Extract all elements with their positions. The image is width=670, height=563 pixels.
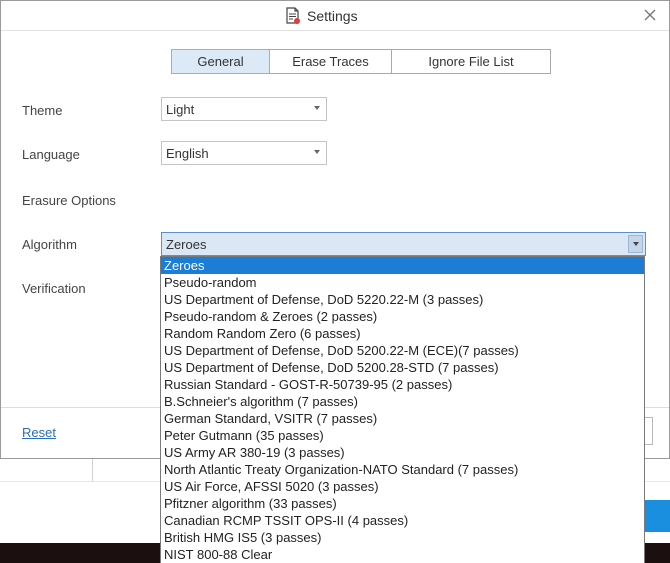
theme-label: Theme: [22, 103, 63, 118]
algorithm-option[interactable]: US Army AR 380-19 (3 passes): [161, 444, 644, 461]
title-bar: Settings: [1, 1, 669, 31]
erasure-options-heading: Erasure Options: [22, 193, 116, 208]
theme-select-value: Light: [166, 101, 195, 117]
chevron-down-icon: [314, 150, 320, 154]
algorithm-option[interactable]: NIST 800-88 Clear: [161, 546, 644, 563]
theme-select[interactable]: Light: [161, 97, 327, 121]
algorithm-option[interactable]: British HMG IS5 (3 passes): [161, 529, 644, 546]
title-group: Settings: [285, 6, 358, 26]
background-primary-button-edge[interactable]: [644, 500, 670, 532]
tab-ignore-file-list[interactable]: Ignore File List: [391, 49, 551, 74]
settings-document-icon: [285, 7, 301, 25]
algorithm-dropdown-list: Zeroes Pseudo-random US Department of Defe…: [160, 256, 645, 563]
chevron-down-icon: [314, 106, 320, 110]
algorithm-option[interactable]: Pseudo-random: [161, 274, 644, 291]
chevron-down-icon: [633, 242, 639, 246]
algorithm-option[interactable]: US Department of Defense, DoD 5200.28-ST…: [161, 359, 644, 376]
language-select-value: English: [166, 145, 209, 161]
algorithm-option[interactable]: Russian Standard - GOST-R-50739-95 (2 pa…: [161, 376, 644, 393]
algorithm-option[interactable]: North Atlantic Treaty Organization-NATO …: [161, 461, 644, 478]
tab-general[interactable]: General: [171, 49, 270, 74]
algorithm-option[interactable]: US Department of Defense, DoD 5200.22-M …: [161, 342, 644, 359]
algorithm-option[interactable]: Canadian RCMP TSSIT OPS-II (4 passes): [161, 512, 644, 529]
settings-tabs: General Erase Traces Ignore File List: [171, 49, 551, 74]
background-divider: [92, 459, 93, 481]
algorithm-select-value: Zeroes: [166, 236, 207, 252]
close-icon: [644, 9, 656, 24]
algorithm-option[interactable]: Pfitzner algorithm (33 passes): [161, 495, 644, 512]
algorithm-option[interactable]: US Department of Defense, DoD 5220.22-M …: [161, 291, 644, 308]
close-button[interactable]: [639, 5, 661, 27]
reset-link[interactable]: Reset: [22, 425, 56, 440]
algorithm-option[interactable]: Pseudo-random & Zeroes (2 passes): [161, 308, 644, 325]
algorithm-option[interactable]: Peter Gutmann (35 passes): [161, 427, 644, 444]
language-select[interactable]: English: [161, 141, 327, 165]
algorithm-option[interactable]: German Standard, VSITR (7 passes): [161, 410, 644, 427]
footer-button-edge[interactable]: [645, 417, 653, 445]
algorithm-option[interactable]: Zeroes: [161, 257, 644, 274]
algorithm-select[interactable]: Zeroes: [161, 232, 646, 256]
window-title: Settings: [307, 8, 358, 24]
algorithm-option[interactable]: US Air Force, AFSSI 5020 (3 passes): [161, 478, 644, 495]
algorithm-option[interactable]: Random Random Zero (6 passes): [161, 325, 644, 342]
verification-label: Verification: [22, 281, 86, 296]
algorithm-dropdown-button[interactable]: [628, 235, 643, 253]
tab-erase-traces[interactable]: Erase Traces: [269, 49, 392, 74]
language-label: Language: [22, 147, 80, 162]
algorithm-label: Algorithm: [22, 237, 77, 252]
algorithm-option[interactable]: B.Schneier's algorithm (7 passes): [161, 393, 644, 410]
